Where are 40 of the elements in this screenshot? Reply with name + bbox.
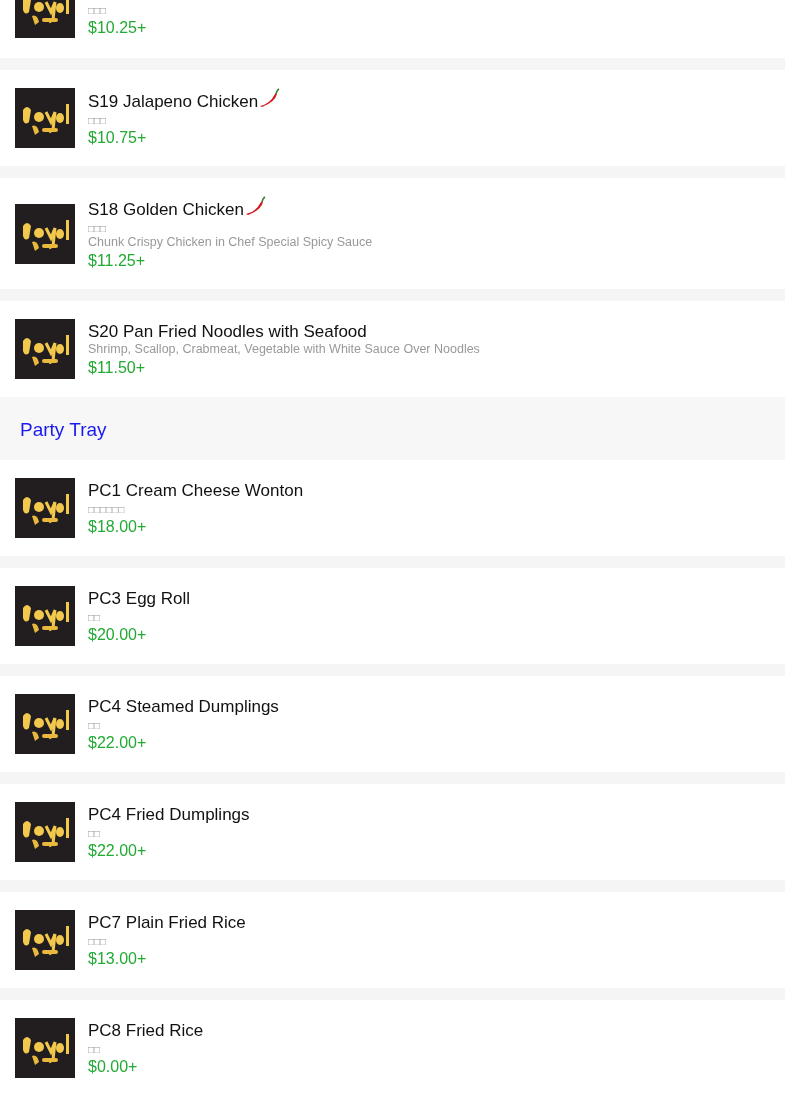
menu-item-card[interactable]: S20 Pan Fried Noodles with Seafood Shrimp, Scallop, Crabmeat, Vegetable with White Sauce Over Noodles $11.50+	[0, 301, 785, 397]
menu-item-card[interactable]: PC4 Fried Dumplings □□ $22.00+	[0, 784, 785, 880]
menu-item-card[interactable]: PC7 Plain Fried Rice □□□ $13.00+	[0, 892, 785, 988]
item-subtitle: □□□	[88, 114, 108, 127]
item-name: PC4 Steamed Dumplings	[88, 695, 279, 717]
menu-item-card[interactable]: PC8 Fried Rice □□ $0.00+	[0, 1000, 785, 1094]
item-subtitle: □□	[88, 826, 102, 840]
item-subtitle: □□	[88, 718, 102, 732]
item-price: $13.00+	[88, 948, 148, 969]
item-subtitle: □□□	[88, 934, 108, 948]
item-name: PC4 Fried Dumplings	[88, 803, 250, 825]
item-subtitle: □□□□□□	[88, 502, 126, 516]
item-name: PC7 Plain Fried Rice	[88, 911, 246, 933]
item-subtitle: □□	[88, 1042, 102, 1056]
item-price: $0.00+	[88, 1056, 139, 1077]
item-name: PC1 Cream Cheese Wonton	[88, 479, 304, 501]
item-price: $22.00+	[88, 732, 148, 753]
item-price: $11.50+	[88, 357, 147, 378]
item-subtitle: □□□	[88, 222, 108, 235]
item-subtitle: □□□	[88, 4, 108, 17]
item-name: S20 Pan Fried Noodles with Seafood	[88, 320, 367, 342]
item-price: $10.25+	[88, 18, 147, 38]
item-description: Shrimp, Scallop, Crabmeat, Vegetable with White Sauce Over Noodles	[88, 341, 480, 357]
item-price: $20.00+	[88, 624, 148, 645]
item-price: $10.75+	[88, 128, 148, 148]
menu-item-card[interactable]: PC1 Cream Cheese Wonton □□□□□□ $18.00+	[0, 460, 785, 556]
item-price: $22.00+	[88, 840, 148, 861]
menu-item-card[interactable]: PC3 Egg Roll □□ $20.00+	[0, 568, 785, 664]
section-title: Party Tray	[20, 419, 107, 440]
menu-item-card[interactable]: S19 Jalapeno Chicken □□□ $10.75+	[0, 70, 785, 166]
item-price: $11.25+	[88, 251, 147, 271]
item-description: Chunk Crispy Chicken in Chef Special Spicy Sauce	[88, 235, 373, 250]
item-name: S19 Jalapeno Chicken	[88, 91, 259, 112]
item-name: PC3 Egg Roll	[88, 587, 191, 609]
item-name: S18 Golden Chicken	[88, 199, 244, 220]
menu-item-card[interactable]: PC4 Steamed Dumplings □□ $22.00+	[0, 676, 785, 772]
item-subtitle: □□	[88, 610, 102, 624]
item-name: PC8 Fried Rice	[88, 1019, 204, 1041]
menu-item-card[interactable]: S18 Golden Chicken □□□ Chunk Crispy Chicken in Chef Special Spicy Sauce $11.25+	[0, 178, 785, 289]
item-price: $18.00+	[88, 516, 148, 537]
